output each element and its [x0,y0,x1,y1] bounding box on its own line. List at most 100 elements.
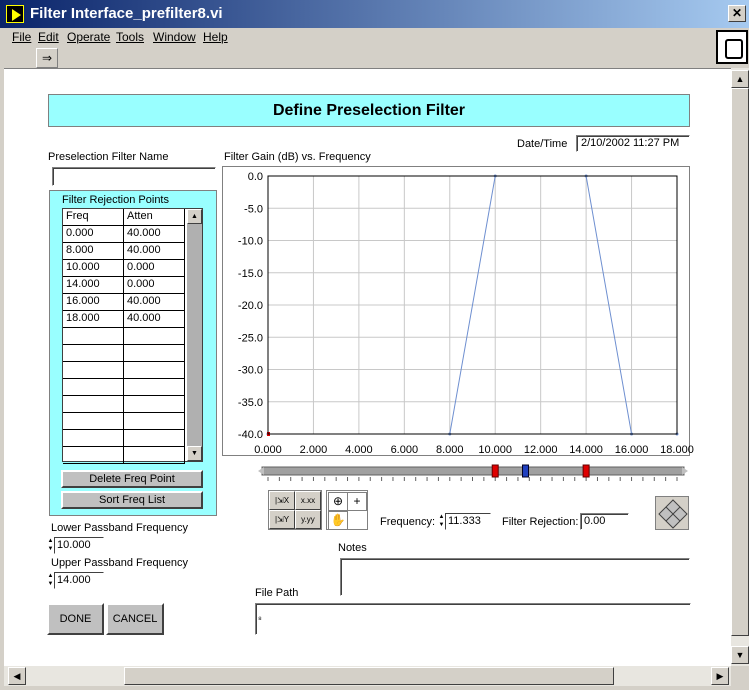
chart-title: Filter Gain (dB) vs. Frequency [224,151,371,163]
freq-cell[interactable]: 14.000 [63,277,124,294]
frequency-control[interactable]: ▲ ▼ 11.333 [438,513,491,530]
table-row[interactable]: 14.000 0.000 [63,277,185,294]
table-row[interactable] [63,413,185,430]
lower-passband-input[interactable]: 10.000 [54,537,104,554]
atten-cell[interactable]: 0.000 [124,277,185,294]
zoom-icon[interactable]: ⊕ [328,492,348,511]
atten-cell[interactable] [124,396,185,413]
close-button[interactable]: ✕ [728,5,746,22]
sort-freq-list-button[interactable]: Sort Freq List [61,491,203,509]
menu-edit[interactable]: Edit [38,30,59,44]
stepper-arrows-icon[interactable]: ▲ ▼ [438,513,445,530]
atten-cell[interactable] [124,413,185,430]
notes-label: Notes [338,542,367,554]
freq-cell[interactable] [63,362,124,379]
menu-help[interactable]: Help [203,30,228,44]
table-row[interactable]: 18.000 40.000 [63,311,185,328]
y-autoscale-icon[interactable]: |⇲Y [269,510,295,529]
scroll-corner [731,666,749,686]
stepper-arrows-icon[interactable]: ▲ ▼ [47,572,54,589]
atten-cell[interactable]: 40.000 [124,311,185,328]
scroll-down-icon[interactable]: ▼ [187,446,202,461]
run-button[interactable]: ⇒ [36,48,58,68]
atten-cell[interactable] [124,430,185,447]
atten-cell[interactable] [124,447,185,464]
x-autoscale-icon[interactable]: |⇲X [269,491,295,510]
cursor-move-diamond-icon[interactable] [655,496,689,530]
table-header: Freq Atten [63,209,185,226]
filter-name-label: Preselection Filter Name [48,151,169,163]
horizontal-scrollbar[interactable]: ◀ ▶ [4,666,731,686]
lower-passband-control[interactable]: ▲ ▼ 10.000 [47,537,104,554]
atten-cell[interactable]: 40.000 [124,226,185,243]
table-row[interactable] [63,362,185,379]
atten-cell[interactable] [124,328,185,345]
atten-cell[interactable] [124,379,185,396]
freq-cell[interactable]: 18.000 [63,311,124,328]
table-row[interactable] [63,345,185,362]
atten-cell[interactable]: 40.000 [124,243,185,260]
freq-cell[interactable] [63,396,124,413]
table-row[interactable]: 0.000 40.000 [63,226,185,243]
table-row[interactable]: 16.000 40.000 [63,294,185,311]
upper-passband-control[interactable]: ▲ ▼ 14.000 [47,572,104,589]
table-row[interactable]: 10.000 0.000 [63,260,185,277]
frequency-input[interactable]: 11.333 [445,513,491,530]
menu-tools[interactable]: Tools [116,30,144,44]
scroll-thumb[interactable] [731,88,749,636]
table-scrollbar[interactable]: ▲ ▼ [187,209,202,461]
pan-hand-icon[interactable]: ✋ [328,511,348,530]
graph-palette: |⇲X x.xx |⇲Y y.yy [268,490,322,530]
rejection-points-table[interactable]: Freq Atten 0.000 40.000 8.000 40.000 10.000 0… [62,208,203,464]
freq-cell[interactable] [63,447,124,464]
cursor-crosshair-icon[interactable]: + [347,492,367,511]
atten-cell[interactable] [124,362,185,379]
freq-cell[interactable] [63,328,124,345]
vi-connector-icon[interactable] [716,30,748,64]
table-row[interactable] [63,430,185,447]
notes-input[interactable] [340,558,690,596]
file-path-input[interactable]: ⁸ [255,603,691,635]
freq-cell[interactable]: 8.000 [63,243,124,260]
freq-cell[interactable]: 16.000 [63,294,124,311]
scroll-right-icon[interactable]: ▶ [711,667,729,685]
window-title: Filter Interface_prefilter8.vi [30,5,223,22]
scroll-thumb[interactable] [124,667,614,685]
table-row[interactable] [63,379,185,396]
stepper-arrows-icon[interactable]: ▲ ▼ [47,537,54,554]
atten-cell[interactable]: 40.000 [124,294,185,311]
cancel-button[interactable]: CANCEL [106,603,164,635]
menu-operate[interactable]: Operate [67,30,110,44]
freq-cell[interactable] [63,430,124,447]
menu-file[interactable]: File [12,30,31,44]
freq-cell[interactable] [63,413,124,430]
table-row[interactable] [63,447,185,464]
freq-cell[interactable]: 10.000 [63,260,124,277]
y-format-button[interactable]: y.yy [295,510,321,529]
freq-cell[interactable] [63,345,124,362]
filter-name-input[interactable] [52,167,216,186]
scroll-left-icon[interactable]: ◀ [8,667,26,685]
table-row[interactable]: 8.000 40.000 [63,243,185,260]
table-row[interactable] [63,396,185,413]
freq-cell[interactable] [63,379,124,396]
menu-window[interactable]: Window [153,30,196,44]
labview-app-icon[interactable] [6,5,24,23]
upper-passband-input[interactable]: 14.000 [54,572,104,589]
table-row[interactable] [63,328,185,345]
vertical-scrollbar[interactable]: ▲ ▼ [731,68,749,666]
frequency-label: Frequency: [380,516,436,528]
scroll-up-icon[interactable]: ▲ [731,70,749,88]
datetime-display: 2/10/2002 11:27 PM [576,135,690,152]
freq-cell[interactable]: 0.000 [63,226,124,243]
scroll-down-icon[interactable]: ▼ [731,646,749,664]
delete-freq-point-button[interactable]: Delete Freq Point [61,470,203,488]
scroll-up-icon[interactable]: ▲ [187,209,202,224]
browse-path-icon[interactable]: ⁸ [258,614,266,624]
atten-cell[interactable] [124,345,185,362]
datetime-label: Date/Time [517,138,568,150]
done-button[interactable]: DONE [47,603,104,635]
file-path-label: File Path [255,587,299,599]
atten-cell[interactable]: 0.000 [124,260,185,277]
x-format-button[interactable]: x.xx [295,491,321,510]
